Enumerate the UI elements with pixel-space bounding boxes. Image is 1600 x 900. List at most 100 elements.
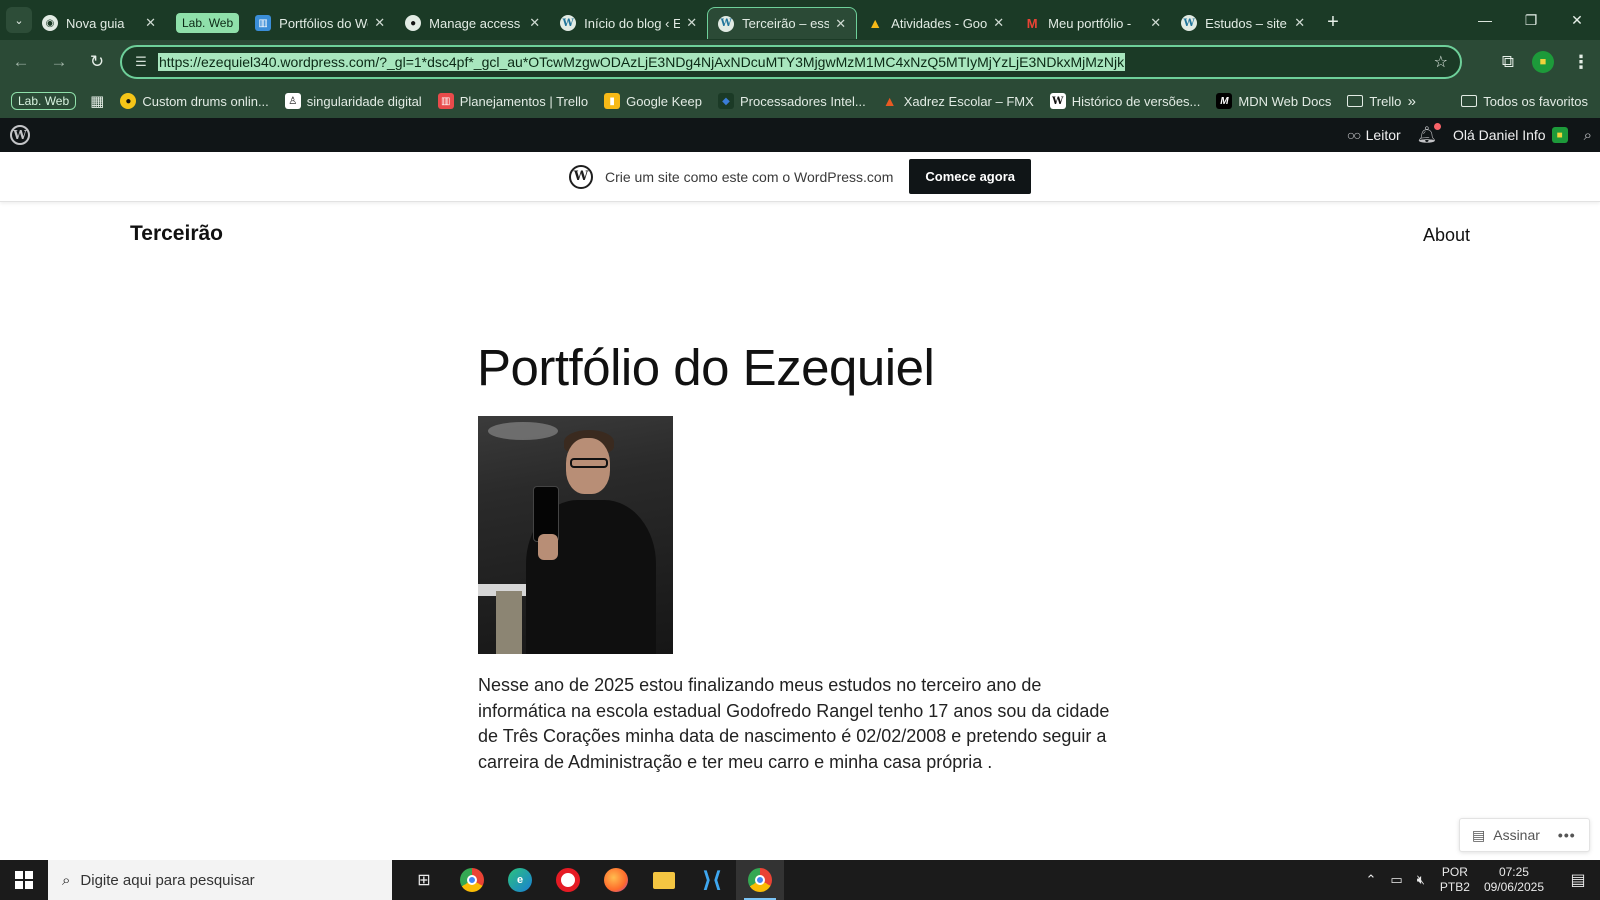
tab-nova-guia[interactable]: ◉ Nova guia ✕ [32,7,166,39]
menu-icon[interactable]: ⋮ [1572,52,1590,73]
tab-search-icon[interactable]: ⌄ [6,7,32,33]
tab-atividades[interactable]: ▲ Atividades - Goo ✕ [857,7,1014,39]
bookmark-folder[interactable]: Trello [1347,94,1401,109]
all-bookmarks[interactable]: Todos os favoritos [1461,94,1588,109]
bookmark-item[interactable]: ♙ singularidade digital [284,93,422,109]
bookmark-item[interactable]: ▮ Google Keep [604,93,702,109]
file-explorer-icon[interactable] [640,860,688,900]
avatar: ■ [1551,127,1568,143]
close-icon[interactable]: ✕ [145,15,156,31]
minimize-icon[interactable]: — [1462,0,1508,40]
reload-icon[interactable]: ↻ [80,45,114,79]
bookmark-label: Processadores Intel... [740,93,866,109]
browser-tab-bar: ⌄ ◉ Nova guia ✕ Lab. Web ▥ Portfólios do… [0,0,1600,40]
opera-icon[interactable] [544,860,592,900]
edge-icon[interactable]: e [496,860,544,900]
close-window-icon[interactable]: ✕ [1554,0,1600,40]
gmail-icon: M [1026,15,1038,31]
trello-icon: ▥ [437,93,454,109]
close-icon[interactable]: ✕ [686,15,697,31]
bookmark-item[interactable]: ▥ Planejamentos | Trello [437,93,588,109]
trello-icon: ▥ [255,15,272,31]
network-icon[interactable]: ▭ [1390,872,1402,888]
tab-title: Estudos – site pa [1205,15,1288,31]
extensions-icon[interactable]: ⧉ [1502,52,1514,72]
action-center-icon[interactable]: ▤ [1556,860,1600,900]
forward-icon[interactable]: → [42,45,76,79]
tab-manage-access[interactable]: ● Manage access ✕ [395,7,550,39]
volume-muted-icon[interactable]: 🔇︎ [1417,872,1425,888]
wordpress-logo-icon[interactable]: W [10,125,30,145]
greeting-label: Olá Daniel Info [1452,127,1546,143]
search-icon: ⌕ [62,871,71,889]
address-bar[interactable]: ☰ https://ezequiel340.wordpress.com/?_gl… [120,45,1462,79]
task-view-icon[interactable]: ⊞ [400,860,448,900]
clock-time: 07:25 [1498,865,1529,879]
github-icon: ● [405,15,422,31]
window-controls: — ❐ ✕ [1462,0,1600,40]
drive-icon: ▲ [868,15,883,31]
site-info-icon[interactable]: ☰ [126,54,156,70]
notifications-bell-icon[interactable]: 🔔︎ [1417,123,1441,145]
wordpress-promo-banner: W Crie um site como este com o WordPress… [0,152,1600,202]
back-icon[interactable]: ← [4,45,38,79]
firefox-icon[interactable] [592,860,640,900]
bookmark-star-icon[interactable]: ☆ [1434,52,1448,72]
wp-admin-bar: W ○○ Leitor 🔔︎ Olá Daniel Info ■ ⌕ [0,118,1600,152]
bookmark-item[interactable]: ● Custom drums onlin... [120,93,269,109]
bookmark-item[interactable]: ◆ Processadores Intel... [718,93,866,109]
close-icon[interactable]: ✕ [374,15,385,31]
user-icon: ♙ [284,93,301,109]
show-hidden-icons-icon[interactable]: ⌃ [1366,872,1377,888]
chrome-icon[interactable] [448,860,496,900]
account-menu[interactable]: Olá Daniel Info ■ [1453,127,1568,143]
new-tab-button[interactable]: + [1327,11,1339,34]
folder-icon [1461,95,1478,107]
bookmark-item[interactable]: M MDN Web Docs [1216,93,1331,109]
vscode-icon[interactable]: ⟩⟨ [688,860,736,900]
search-icon[interactable]: ⌕ [1584,127,1592,144]
clock[interactable]: 07:25 09/06/2025 [1484,865,1544,895]
drum-icon: ● [120,93,137,109]
close-icon[interactable]: ✕ [529,15,540,31]
tab-title: Terceirão – esse [742,16,830,31]
tab-inicio-blog[interactable]: W Início do blog ‹ E ✕ [550,7,707,39]
tab-estudos[interactable]: W Estudos – site pa ✕ [1171,7,1315,39]
tab-group-label[interactable]: Lab. Web [176,13,240,33]
reader-link[interactable]: ○○ Leitor [1347,127,1401,143]
system-tray: ⌃ ▭ 🔇︎ POR PTB2 07:25 09/06/2025 ▤ [1359,860,1600,900]
reader-subscribe-icon: ▤ [1472,826,1486,843]
notification-dot [1433,123,1441,130]
tab-terceirao[interactable]: W Terceirão – esse ✕ [707,7,858,39]
close-icon[interactable]: ✕ [1150,15,1161,31]
close-icon[interactable]: ✕ [993,15,1004,31]
profile-avatar[interactable]: ■ [1532,51,1554,73]
chrome-profile-icon[interactable] [736,860,784,900]
reader-label: Leitor [1365,127,1401,143]
tab-portfolios[interactable]: ▥ Portfólios do Wo ✕ [245,7,395,39]
subscribe-widget: ▤ Assinar ••• [1459,818,1590,852]
more-bookmarks-icon[interactable]: » [1408,93,1416,110]
more-options-icon[interactable]: ••• [1558,827,1576,843]
intel-icon: ◆ [718,93,734,109]
restore-icon[interactable]: ❐ [1508,0,1554,40]
tab-meu-portfolio[interactable]: M Meu portfólio - ✕ [1014,7,1171,39]
bookmark-item[interactable]: ▲ Xadrez Escolar – FMX [882,93,1034,109]
apps-grid-icon[interactable]: ▦ [90,92,104,110]
post-body: Nesse ano de 2025 estou finalizando meus… [478,675,1110,772]
start-now-button[interactable]: Comece agora [909,159,1031,194]
start-button[interactable] [0,860,48,900]
bookmarks-group-label[interactable]: Lab. Web [11,92,77,110]
close-icon[interactable]: ✕ [1294,15,1305,31]
nav-about-link[interactable]: About [1423,225,1470,246]
close-icon[interactable]: ✕ [835,16,846,32]
subscribe-button[interactable]: Assinar [1493,827,1540,843]
url-text[interactable]: https://ezequiel340.wordpress.com/?_gl=1… [158,53,1126,71]
site-title[interactable]: Terceirão [130,222,223,246]
mdn-icon: M [1216,93,1233,109]
taskbar-search-box[interactable]: ⌕ Digite aqui para pesquisar [48,860,392,900]
bookmark-item[interactable]: W Histórico de versões... [1049,93,1200,109]
input-language[interactable]: POR PTB2 [1440,865,1470,895]
wordpress-logo-icon: W [569,164,593,189]
keyboard-layout: PTB2 [1439,880,1470,894]
